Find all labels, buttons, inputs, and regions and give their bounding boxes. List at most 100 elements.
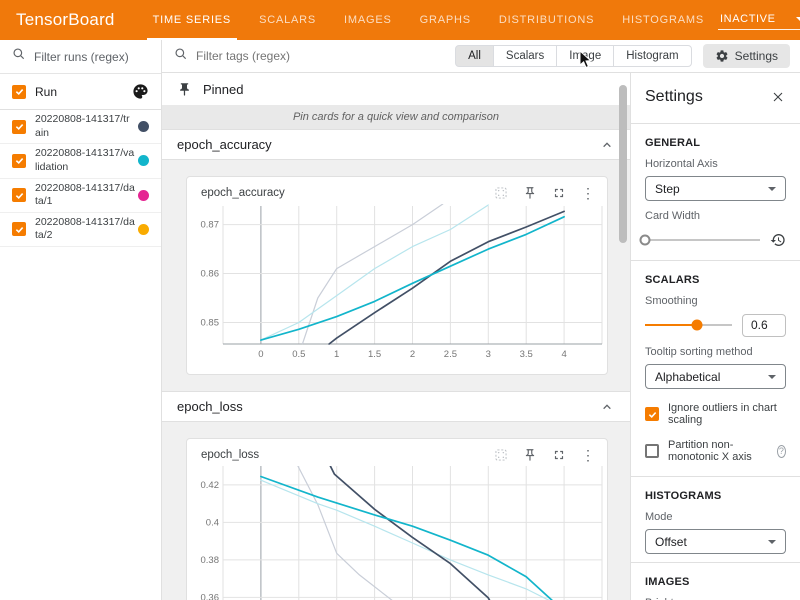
section-title: epoch_loss xyxy=(177,399,243,414)
histograms-heading: HISTOGRAMS xyxy=(645,490,786,502)
tooltip-sorting-select[interactable]: Alphabetical xyxy=(645,364,786,389)
settings-panel: Settings GENERAL Horizontal Axis Step Ca… xyxy=(630,73,800,600)
ignore-outliers-checkbox[interactable] xyxy=(645,407,659,421)
filter-tags-input[interactable] xyxy=(196,49,396,63)
tab-distributions[interactable]: DISTRIBUTIONS xyxy=(485,0,608,40)
histogram-mode-select[interactable]: Offset xyxy=(645,529,786,554)
run-row: 20220808-141317/validation xyxy=(0,144,161,178)
run-checkbox[interactable] xyxy=(12,154,26,168)
chevron-up-icon[interactable] xyxy=(599,137,615,153)
svg-text:0.36: 0.36 xyxy=(201,592,220,600)
vertical-scrollbar-thumb[interactable] xyxy=(619,85,627,243)
run-color-dot xyxy=(138,155,149,166)
tab-graphs[interactable]: GRAPHS xyxy=(406,0,485,40)
section-title: epoch_accuracy xyxy=(177,137,272,152)
run-checkbox[interactable] xyxy=(12,222,26,236)
fit-to-domain-icon[interactable] xyxy=(494,186,508,200)
tab-histograms[interactable]: HISTOGRAMS xyxy=(608,0,718,40)
reload-status-select[interactable]: INACTIVE xyxy=(718,11,800,30)
runs-header-row: Run xyxy=(0,74,161,110)
svg-text:2: 2 xyxy=(410,349,415,360)
svg-text:2.5: 2.5 xyxy=(444,349,457,360)
run-color-dot xyxy=(138,224,149,235)
partition-x-axis-checkbox[interactable] xyxy=(645,444,659,458)
svg-text:1.5: 1.5 xyxy=(368,349,381,360)
divider xyxy=(631,476,800,477)
select-all-runs-checkbox[interactable] xyxy=(12,85,26,99)
tab-images[interactable]: IMAGES xyxy=(330,0,406,40)
settings-button[interactable]: Settings xyxy=(703,44,790,68)
section-body-epoch-loss: epoch_loss ⋮ 0.360.380.40.42 xyxy=(162,421,630,600)
svg-text:0.85: 0.85 xyxy=(201,317,220,328)
palette-icon[interactable] xyxy=(132,83,149,100)
svg-text:0.42: 0.42 xyxy=(201,480,220,491)
help-icon[interactable]: ? xyxy=(777,445,786,458)
svg-text:1: 1 xyxy=(334,349,339,360)
filter-runs-input[interactable] xyxy=(34,50,149,64)
epoch-accuracy-chart[interactable]: 0.850.860.8700.511.522.533.54 xyxy=(187,204,607,364)
chevron-down-icon xyxy=(768,375,776,379)
pinned-empty-message: Pin cards for a quick view and compariso… xyxy=(162,105,630,129)
scalar-card-epoch-loss: epoch_loss ⋮ 0.360.380.40.42 xyxy=(186,438,608,600)
run-checkbox[interactable] xyxy=(12,120,26,134)
card-width-slider[interactable] xyxy=(645,239,760,241)
epoch-loss-chart[interactable]: 0.360.380.40.42 xyxy=(187,466,607,600)
section-header-epoch-loss[interactable]: epoch_loss xyxy=(162,391,630,421)
run-color-dot xyxy=(138,121,149,132)
chip-scalars[interactable]: Scalars xyxy=(493,45,557,67)
horizontal-axis-label: Horizontal Axis xyxy=(645,158,786,170)
run-label: 20220808-141317/validation xyxy=(35,147,135,174)
search-icon xyxy=(174,47,188,66)
reset-card-width-button[interactable] xyxy=(770,232,786,248)
settings-button-label: Settings xyxy=(735,49,778,63)
runs-header-label: Run xyxy=(35,85,132,99)
fullscreen-icon[interactable] xyxy=(552,448,566,462)
close-icon xyxy=(770,89,786,105)
search-icon xyxy=(12,47,26,66)
images-heading: IMAGES xyxy=(645,576,786,588)
close-settings-button[interactable] xyxy=(770,89,786,105)
svg-text:0.4: 0.4 xyxy=(206,517,219,528)
histogram-mode-label: Mode xyxy=(645,511,786,523)
pin-card-icon[interactable] xyxy=(523,186,537,200)
chip-image[interactable]: Image xyxy=(556,45,614,67)
chevron-up-icon[interactable] xyxy=(599,399,615,415)
tab-scalars[interactable]: SCALARS xyxy=(245,0,330,40)
slider-knob[interactable] xyxy=(692,320,703,331)
more-options-icon[interactable]: ⋮ xyxy=(581,186,595,200)
card-header: epoch_accuracy ⋮ xyxy=(187,177,607,202)
smoothing-input[interactable]: 0.6 xyxy=(742,314,786,337)
run-row: 20220808-141317/train xyxy=(0,110,161,144)
pin-card-icon[interactable] xyxy=(523,448,537,462)
scalar-card-epoch-accuracy: epoch_accuracy ⋮ 0.850.860.8700.511.522.… xyxy=(186,176,608,375)
svg-text:4: 4 xyxy=(561,349,566,360)
run-label: 20220808-141317/data/1 xyxy=(35,182,135,209)
svg-text:3.5: 3.5 xyxy=(520,349,533,360)
header-actions: INACTIVE ? xyxy=(718,11,800,30)
horizontal-axis-value: Step xyxy=(655,182,680,196)
svg-text:0.5: 0.5 xyxy=(292,349,305,360)
chevron-down-icon xyxy=(768,540,776,544)
chip-histogram[interactable]: Histogram xyxy=(613,45,691,67)
settings-panel-header: Settings xyxy=(645,79,786,115)
section-header-epoch-accuracy[interactable]: epoch_accuracy xyxy=(162,129,630,159)
chip-all[interactable]: All xyxy=(455,45,494,67)
nav-tabs: TIME SERIESSCALARSIMAGESGRAPHSDISTRIBUTI… xyxy=(139,0,718,40)
smoothing-slider[interactable] xyxy=(645,324,732,326)
app-title: TensorBoard xyxy=(0,10,139,30)
slider-knob[interactable] xyxy=(640,235,651,246)
run-checkbox[interactable] xyxy=(12,188,26,202)
run-row: 20220808-141317/data/1 xyxy=(0,179,161,213)
run-row: 20220808-141317/data/2 xyxy=(0,213,161,247)
filter-runs-field[interactable] xyxy=(0,40,161,74)
horizontal-axis-select[interactable]: Step xyxy=(645,176,786,201)
svg-text:0.87: 0.87 xyxy=(201,220,220,231)
fullscreen-icon[interactable] xyxy=(552,186,566,200)
histogram-mode-value: Offset xyxy=(655,535,687,549)
fit-to-domain-icon[interactable] xyxy=(494,448,508,462)
scalars-heading: SCALARS xyxy=(645,274,786,286)
more-options-icon[interactable]: ⋮ xyxy=(581,448,595,462)
runs-sidebar: Run 20220808-141317/train 20220808-141317… xyxy=(0,40,162,600)
tab-time-series[interactable]: TIME SERIES xyxy=(139,0,245,40)
filter-tags-field[interactable] xyxy=(174,47,456,66)
